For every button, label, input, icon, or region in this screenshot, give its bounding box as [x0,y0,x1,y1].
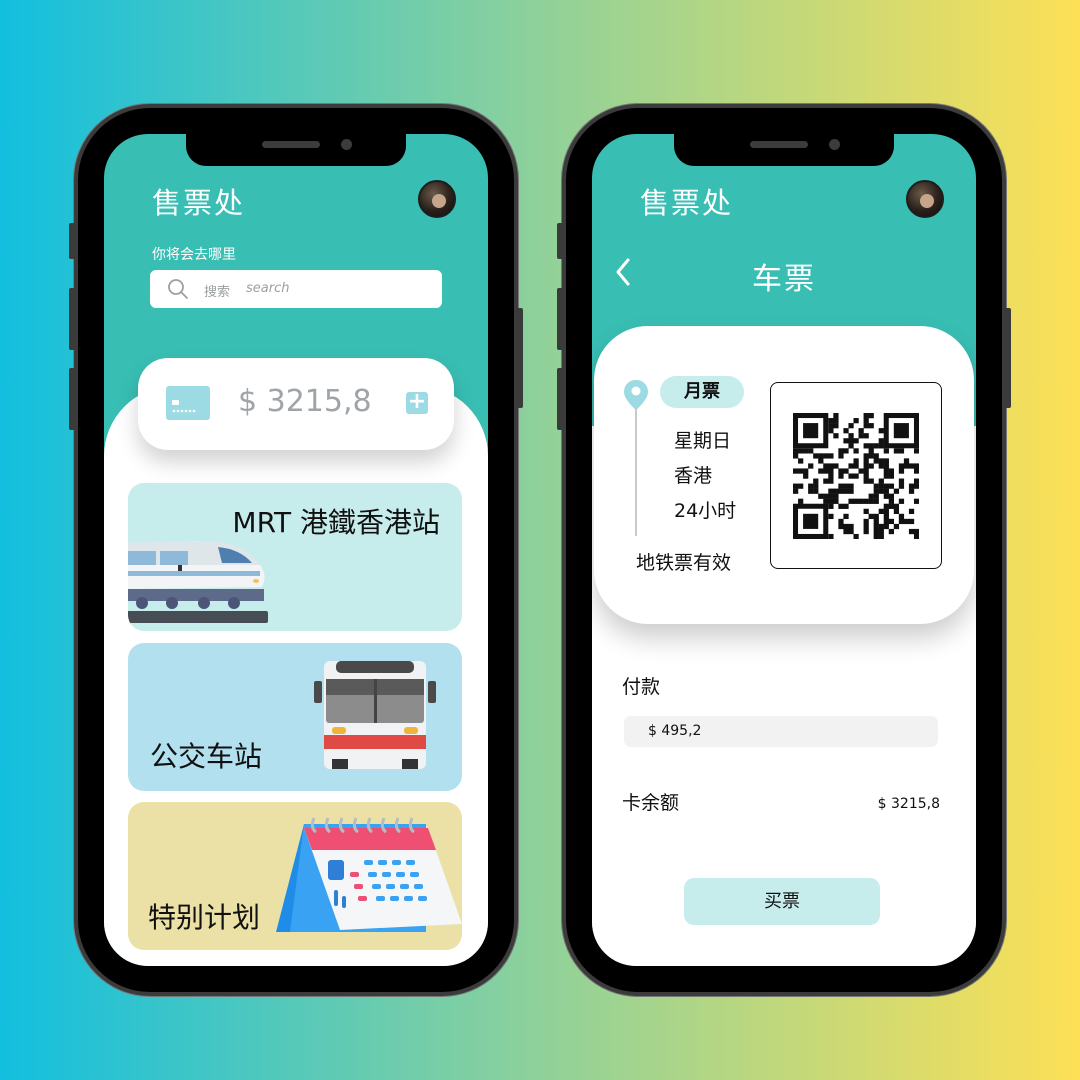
bus-icon [314,661,436,769]
route-timeline [635,408,637,536]
payment-amount-field[interactable]: $ 495,2 [624,716,938,747]
payment-label: 付款 [622,676,661,698]
volume-down-button [557,368,563,430]
location-pin-icon [624,380,648,410]
avatar[interactable] [418,180,456,218]
phone-frame-left: 售票处 你将会去哪里 搜索 search $ 3215,8 + MRT 港鐵香港… [69,108,523,992]
destination-prompt: 你将会去哪里 [152,247,236,263]
ticket-duration: 24小时 [674,500,737,522]
power-button [1005,308,1011,408]
app-title: 售票处 [640,186,734,220]
screen-ticket-office: 售票处 你将会去哪里 搜索 search $ 3215,8 + MRT 港鐵香港… [104,134,488,966]
power-button [517,308,523,408]
speaker [262,141,320,148]
volume-up-button [557,288,563,350]
search-input[interactable]: 搜索 search [150,270,442,308]
balance-card[interactable]: $ 3215,8 + [138,358,454,450]
app-title: 售票处 [152,186,246,220]
credit-card-icon [166,386,210,420]
ticket-type-badge: 月票 [660,376,744,408]
tile-special-plan[interactable]: 特别计划 [128,802,462,950]
tile-plan-label: 特别计划 [148,901,261,934]
page-title: 车票 [752,262,816,297]
ticket-day: 星期日 [674,430,732,452]
silent-switch [69,223,75,259]
phone-frame-right: 售票处 车票 月票 星期日 香港 24小时 地铁票有效 付款 $ 495,2 卡… [557,108,1011,992]
avatar-face [432,194,446,208]
search-placeholder-cn: 搜索 [204,285,231,300]
avatar[interactable] [906,180,944,218]
tile-mrt[interactable]: MRT 港鐵香港站 [128,483,462,631]
speaker [750,141,808,148]
buy-ticket-button[interactable]: 买票 [684,878,880,925]
volume-up-button [69,288,75,350]
qr-code-icon [793,412,919,539]
search-placeholder-en: search [246,281,290,296]
balance-amount: $ 3215,8 [238,384,372,419]
avatar-face [920,194,934,208]
tile-bus-label: 公交车站 [150,740,263,773]
ticket-location: 香港 [674,465,713,487]
silent-switch [557,223,563,259]
notch [186,134,406,166]
notch [674,134,894,166]
card-balance-label: 卡余额 [622,792,680,814]
train-icon [128,541,268,623]
ticket-validity-note: 地铁票有效 [636,552,732,574]
camera [829,139,840,150]
qr-code-frame[interactable] [770,382,942,569]
card-balance-value: $ 3215,8 [877,796,940,812]
screen-ticket-detail: 售票处 车票 月票 星期日 香港 24小时 地铁票有效 付款 $ 495,2 卡… [592,134,976,966]
calendar-icon [276,817,462,932]
search-icon [168,279,188,299]
tile-bus[interactable]: 公交车站 [128,643,462,791]
volume-down-button [69,368,75,430]
camera [341,139,352,150]
add-balance-button[interactable]: + [406,391,428,414]
ticket-card: 月票 星期日 香港 24小时 地铁票有效 [594,326,974,624]
